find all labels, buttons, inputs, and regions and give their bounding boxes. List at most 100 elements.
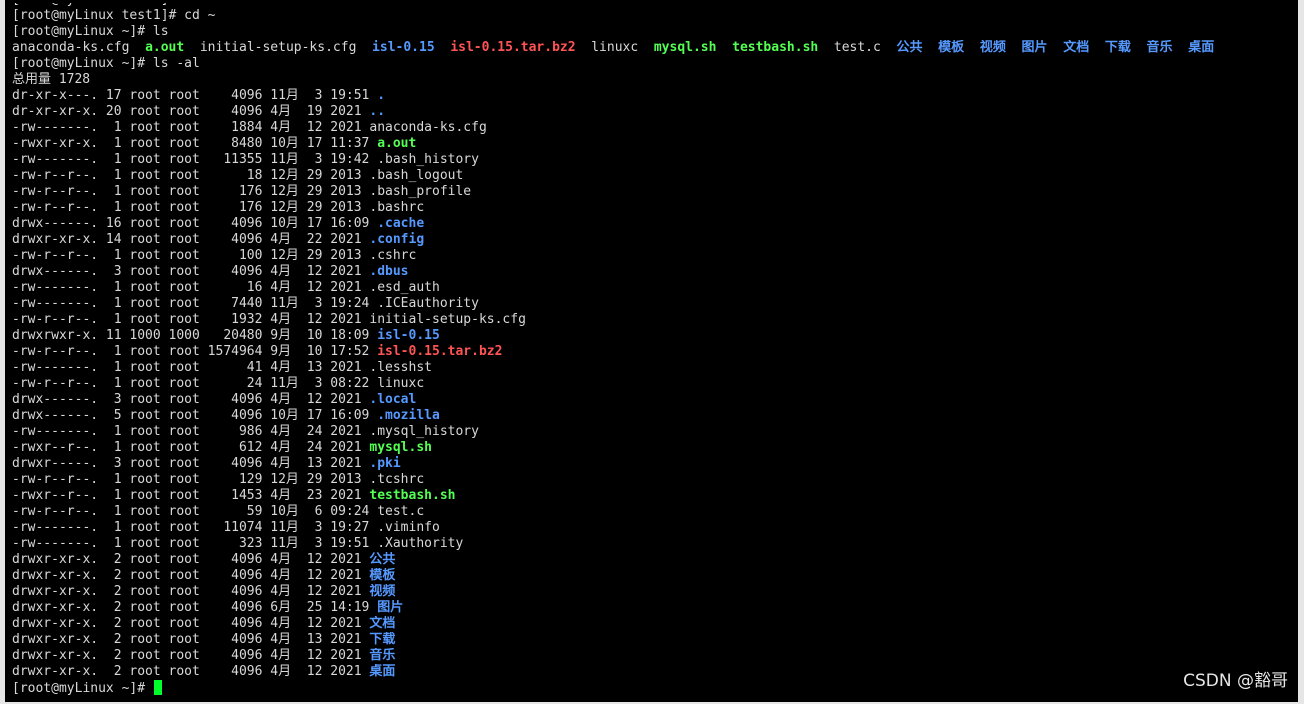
terminal-line: -rw-r--r--. 1 root root 24 11月 3 08:22 l… [12, 376, 1298, 392]
terminal-line: drwxr-xr-x. 2 root root 4096 4月 12 2021 … [12, 664, 1298, 680]
file-name-dir: 模板 [369, 568, 396, 583]
file-name-archive: isl-0.15.tar.bz2 [377, 344, 503, 359]
terminal-line: drwxr-xr-x. 2 root root 4096 4月 12 2021 … [12, 616, 1298, 632]
terminal-text: [root@myLinux test1]# cd ~ [12, 8, 216, 23]
terminal-text: drwxr-----. 3 root root 4096 4月 13 2021 [12, 456, 370, 471]
terminal-line: -rw-r--r--. 1 root root 18 12月 29 2013 .… [12, 168, 1298, 184]
terminal-line: 总用量 1728 [12, 72, 1298, 88]
terminal-text: -rw-------. 1 root root 11355 11月 3 19:4… [12, 152, 479, 167]
file-name-dir: .cache [377, 216, 425, 231]
terminal-line: dr-xr-xr-x. 20 root root 4096 4月 19 2021… [12, 104, 1298, 120]
terminal-text: drwxr-xr-x. 2 root root 4096 6月 25 14:19 [12, 600, 378, 615]
terminal-text: -rw-------. 1 root root 11074 11月 3 19:2… [12, 520, 440, 535]
file-name-dir: 桌面 [1188, 40, 1215, 55]
terminal-text: -rw-------. 1 root root 1884 4月 12 2021 … [12, 120, 487, 135]
terminal-line: drwxr-xr-x. 2 root root 4096 4月 12 2021 … [12, 552, 1298, 568]
terminal-text: 总用量 1728 [12, 72, 91, 87]
text-cursor[interactable] [153, 680, 162, 695]
terminal-text: drwx------. 16 root root 4096 10月 17 16:… [12, 216, 378, 231]
file-name-exec: a.out [145, 40, 185, 55]
terminal-line: -rwxr--r--. 1 root root 612 4月 24 2021 m… [12, 440, 1298, 456]
terminal-text: -rwxr--r--. 1 root root 1453 4月 23 2021 [12, 488, 370, 503]
terminal-text: -rw-------. 1 root root 986 4月 24 2021 .… [12, 424, 479, 439]
terminal-text: -rw-r--r--. 1 root root 129 12月 29 2013 … [12, 472, 425, 487]
terminal-text: -rw-r--r--. 1 root root 24 11月 3 08:22 l… [12, 376, 425, 391]
terminal-text: -rw-------. 1 root root 16 4月 12 2021 .e… [12, 280, 440, 295]
file-name-dir: 公共 [369, 552, 396, 567]
terminal-line: -rw-r--r--. 1 root root 1932 4月 12 2021 … [12, 312, 1298, 328]
file-name-dir: 模板 [938, 40, 965, 55]
file-name-dir: .mozilla [377, 408, 440, 423]
terminal-line: drwx------. 5 root root 4096 10月 17 16:0… [12, 408, 1298, 424]
file-name-dir: isl-0.15 [372, 40, 435, 55]
terminal-text: dr-xr-xr-x. 20 root root 4096 4月 19 2021 [12, 104, 370, 119]
file-name-dir: . [377, 88, 386, 103]
terminal-line: [root@myLinux test1]# cd ~ [12, 8, 1298, 24]
file-name-exec: testbash.sh [369, 488, 456, 503]
terminal-text: initial-setup-ks.cfg [184, 40, 373, 55]
terminal-text: dr-xr-x---. 17 root root 4096 11月 3 19:5… [12, 88, 378, 103]
terminal-window[interactable]: [root@myLinux test1]# cd ~ [root@myLinux … [12, 0, 1298, 698]
command-prompt-line[interactable]: [root@myLinux ~]# [12, 680, 1298, 696]
terminal-text: drwxr-xr-x. 2 root root 4096 4月 13 2021 [12, 632, 370, 647]
terminal-line: -rwxr--r--. 1 root root 1453 4月 23 2021 … [12, 488, 1298, 504]
file-name-archive: isl-0.15.tar.bz2 [450, 40, 576, 55]
terminal-line: [root@myLinux ~]# ls [12, 24, 1298, 40]
terminal-output: [root@myLinux test1]# cd ~ [root@myLinux … [12, 0, 1298, 680]
terminal-line: drwx------. 16 root root 4096 10月 17 16:… [12, 216, 1298, 232]
terminal-text: -rw-------. 1 root root 7440 11月 3 19:24… [12, 296, 479, 311]
window-frame-left [0, 0, 5, 704]
terminal-text: -rw-------. 1 root root 323 11月 3 19:51 … [12, 536, 464, 551]
terminal-line: -rw-r--r--. 1 root root 176 12月 29 2013 … [12, 184, 1298, 200]
file-name-dir: 视频 [369, 584, 396, 599]
terminal-text: -rw-r--r--. 1 root root 1574964 9月 10 17… [12, 344, 378, 359]
terminal-text: [root@myLinux ~]# ls [12, 24, 169, 39]
terminal-line: dr-xr-x---. 17 root root 4096 11月 3 19:5… [12, 88, 1298, 104]
terminal-line: drwxr-xr-x. 2 root root 4096 4月 12 2021 … [12, 648, 1298, 664]
terminal-text: drwxr-xr-x. 2 root root 4096 4月 12 2021 [12, 568, 370, 583]
file-name-dir: 图片 [1021, 40, 1048, 55]
terminal-line: -rw-------. 1 root root 986 4月 24 2021 .… [12, 424, 1298, 440]
terminal-line: -rw-------. 1 root root 11074 11月 3 19:2… [12, 520, 1298, 536]
terminal-text: -rw-r--r--. 1 root root 18 12月 29 2013 .… [12, 168, 464, 183]
terminal-text: drwxr-xr-x. 2 root root 4096 4月 12 2021 [12, 648, 370, 663]
terminal-line: drwx------. 3 root root 4096 4月 12 2021 … [12, 392, 1298, 408]
terminal-text: -rw-r--r--. 1 root root 100 12月 29 2013 … [12, 248, 417, 263]
terminal-text: drwxrwxr-x. 11 1000 1000 20480 9月 10 18:… [12, 328, 378, 343]
terminal-line: drwxr-xr-x. 14 root root 4096 4月 22 2021… [12, 232, 1298, 248]
file-name-dir: .pki [369, 456, 401, 471]
terminal-line: drwxr-----. 3 root root 4096 4月 13 2021 … [12, 456, 1298, 472]
terminal-line: drwxr-xr-x. 2 root root 4096 6月 25 14:19… [12, 600, 1298, 616]
terminal-text: -rw-------. 1 root root 41 4月 13 2021 .l… [12, 360, 432, 375]
terminal-text: drwxr-xr-x. 2 root root 4096 4月 12 2021 [12, 552, 370, 567]
terminal-text: -rw-r--r--. 1 root root 1932 4月 12 2021 … [12, 312, 526, 327]
top-edge [0, 0, 1304, 3]
terminal-text: -rw-r--r--. 1 root root 176 12月 29 2013 … [12, 200, 425, 215]
terminal-line: -rw-r--r--. 1 root root 176 12月 29 2013 … [12, 200, 1298, 216]
file-name-dir: .. [369, 104, 386, 119]
file-name-dir: 下载 [1104, 40, 1131, 55]
terminal-text: -rwxr-xr-x. 1 root root 8480 10月 17 11:3… [12, 136, 378, 151]
terminal-text: -rw-r--r--. 1 root root 59 10月 6 09:24 t… [12, 504, 425, 519]
terminal-text: drwx------. 5 root root 4096 10月 17 16:0… [12, 408, 378, 423]
file-name-exec: mysql.sh [369, 440, 432, 455]
terminal-text: drwxr-xr-x. 2 root root 4096 4月 12 2021 [12, 584, 370, 599]
terminal-text: drwx------. 3 root root 4096 4月 12 2021 [12, 392, 370, 407]
terminal-line: drwxrwxr-x. 11 1000 1000 20480 9月 10 18:… [12, 328, 1298, 344]
terminal-line: -rw-r--r--. 1 root root 129 12月 29 2013 … [12, 472, 1298, 488]
file-name-dir: 图片 [377, 600, 404, 615]
file-name-dir: 公共 [896, 40, 923, 55]
file-name-dir: 音乐 [1146, 40, 1173, 55]
terminal-line: -rw-------. 1 root root 7440 11月 3 19:24… [12, 296, 1298, 312]
terminal-line: -rwxr-xr-x. 1 root root 8480 10月 17 11:3… [12, 136, 1298, 152]
file-name-dir: .config [369, 232, 425, 247]
